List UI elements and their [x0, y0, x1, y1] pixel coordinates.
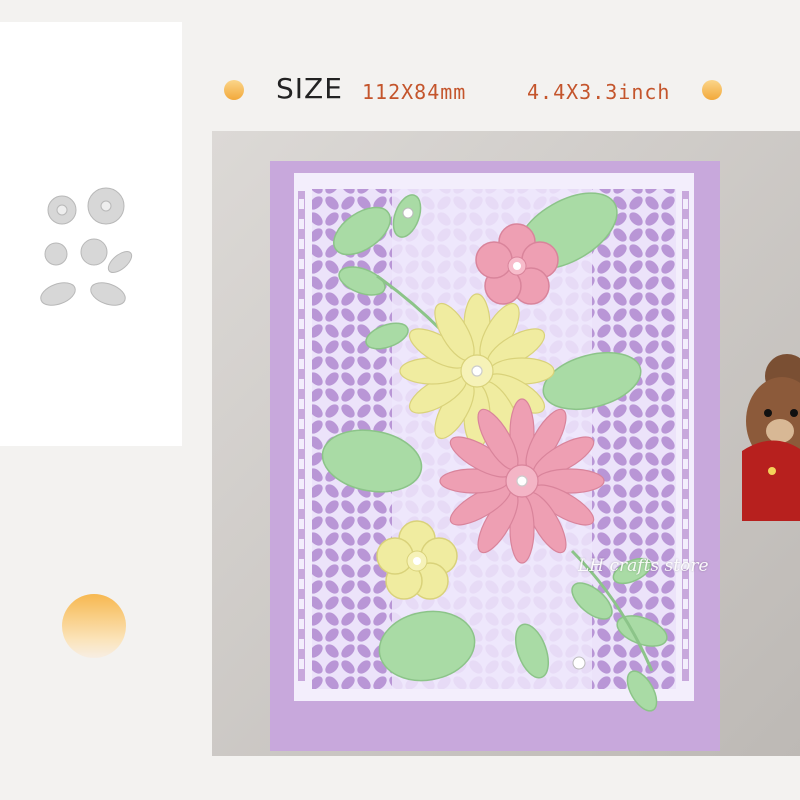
header-dot-right-icon [702, 80, 722, 100]
floral-card-photo [212, 131, 800, 756]
size-label: SIZE [276, 72, 343, 105]
header-dot-left-icon [224, 80, 244, 100]
thumbnail-panel [0, 22, 182, 446]
size-inch: 4.4X3.3inch [527, 80, 671, 104]
decorative-sun-icon [62, 594, 126, 658]
store-watermark: LH crafts store [578, 556, 709, 576]
size-mm: 112X84mm [362, 80, 467, 104]
flower-die-thumbnail-icon [40, 187, 133, 306]
